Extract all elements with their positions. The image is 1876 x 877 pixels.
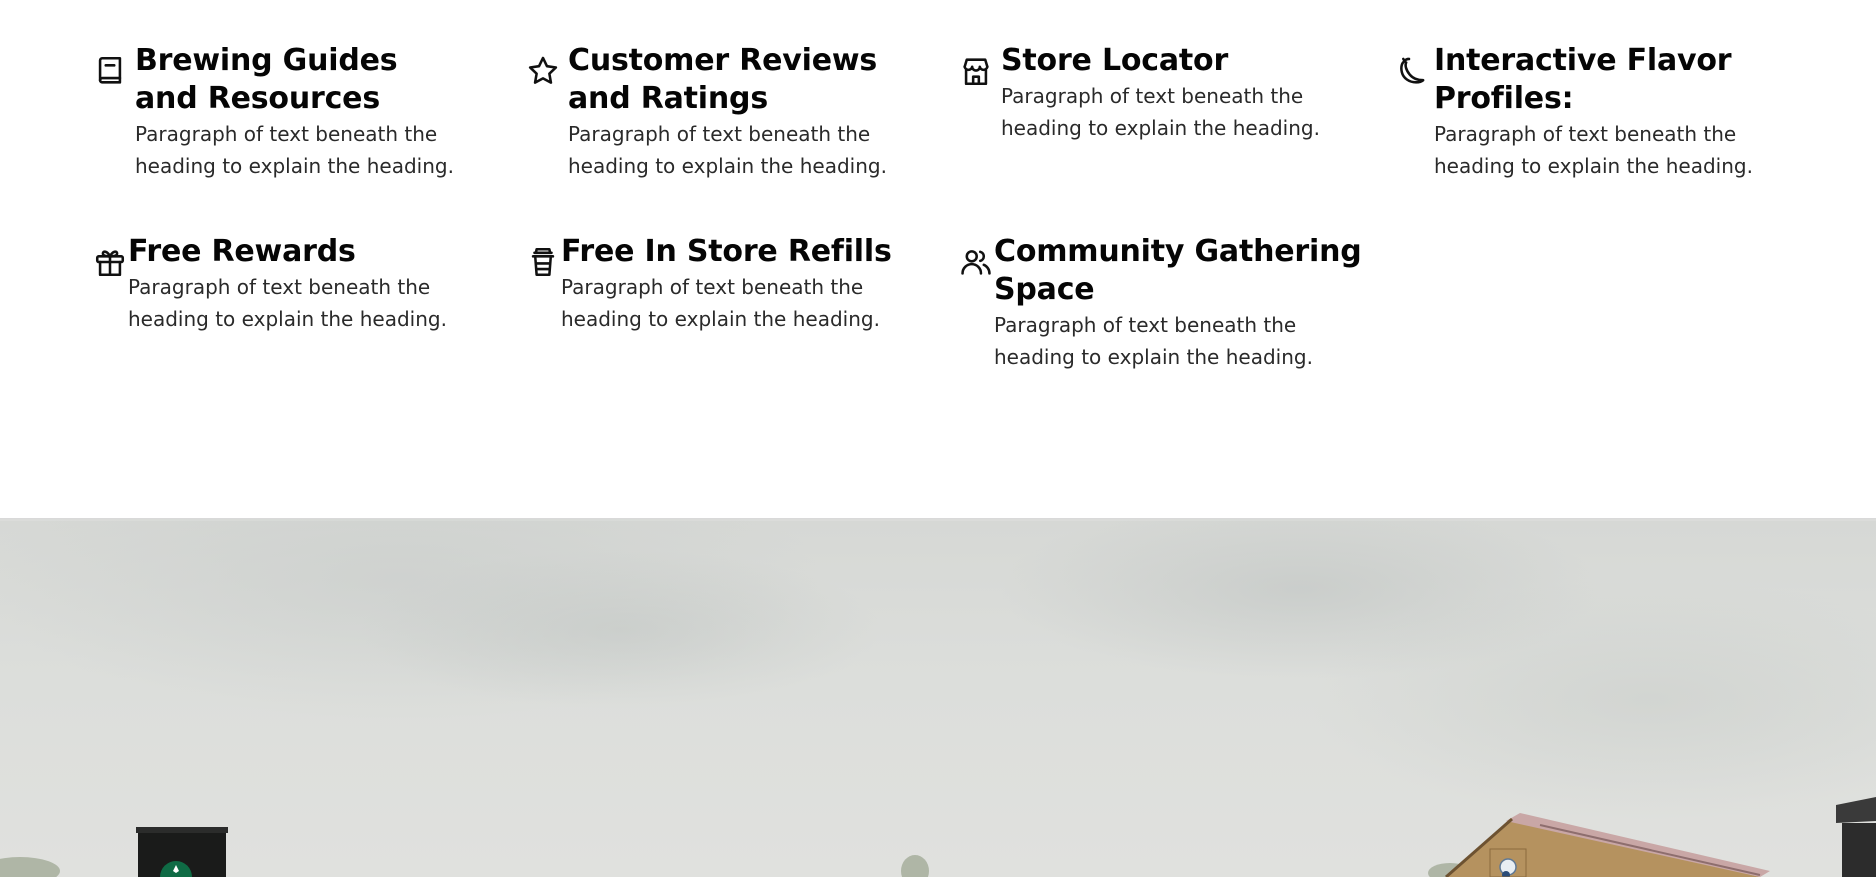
gift-icon [93, 245, 127, 279]
feature-title: Customer Reviews and Ratings [568, 43, 878, 116]
features-section: Brewing Guides and Resources Paragraph o… [0, 0, 1876, 518]
store-sign [136, 827, 228, 877]
feature-customer-reviews: Customer Reviews and Ratings Paragraph o… [526, 42, 926, 182]
feature-description: Paragraph of text beneath the heading to… [135, 122, 454, 178]
feature-title: Store Locator [1001, 43, 1229, 78]
feature-description: Paragraph of text beneath the heading to… [568, 122, 887, 178]
feature-free-rewards: Free Rewards Paragraph of text beneath t… [93, 233, 503, 335]
star-icon [526, 54, 560, 88]
cafe-building [1445, 813, 1770, 877]
feature-store-locator: Store Locator Paragraph of text beneath … [959, 42, 1359, 144]
feature-title: Interactive Flavor Profiles: [1434, 43, 1732, 116]
feature-community-space: Community Gathering Space Paragraph of t… [959, 233, 1369, 373]
feature-title: Brewing Guides and Resources [135, 43, 398, 116]
book-icon [93, 54, 127, 88]
roof-lamp [1836, 797, 1876, 877]
pepper-icon [1392, 54, 1426, 88]
feature-flavor-profiles: Interactive Flavor Profiles: Paragraph o… [1392, 42, 1792, 182]
cup-icon [526, 245, 560, 279]
feature-description: Paragraph of text beneath the heading to… [128, 275, 447, 331]
storefront-hero-image [0, 519, 1876, 877]
feature-title: Community Gathering Space [994, 234, 1362, 307]
feature-description: Paragraph of text beneath the heading to… [994, 313, 1313, 369]
store-icon [959, 54, 993, 88]
feature-brewing-guides: Brewing Guides and Resources Paragraph o… [93, 42, 493, 182]
feature-description: Paragraph of text beneath the heading to… [561, 275, 880, 331]
feature-description: Paragraph of text beneath the heading to… [1434, 122, 1753, 178]
feature-title: Free In Store Refills [561, 234, 892, 269]
users-icon [959, 245, 993, 279]
feature-description: Paragraph of text beneath the heading to… [1001, 84, 1320, 140]
feature-title: Free Rewards [128, 234, 356, 269]
feature-free-refills: Free In Store Refills Paragraph of text … [526, 233, 936, 335]
